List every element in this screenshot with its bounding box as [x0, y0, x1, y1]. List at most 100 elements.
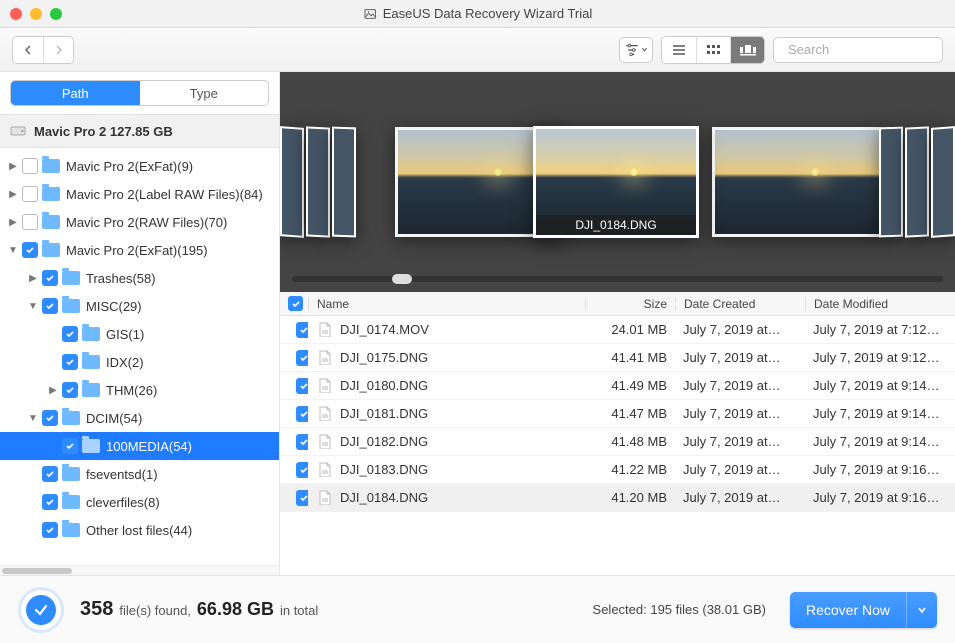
tree-checkbox[interactable] — [42, 270, 58, 286]
coverflow[interactable]: DJI_0184.DNG — [280, 72, 955, 292]
file-row[interactable]: DJI_0181.DNG41.47 MBJuly 7, 2019 at…July… — [280, 400, 955, 428]
tree-checkbox[interactable] — [42, 298, 58, 314]
tree-checkbox[interactable] — [42, 494, 58, 510]
coverflow-item-far-left[interactable] — [332, 127, 356, 238]
file-checkbox[interactable] — [296, 406, 308, 422]
coverflow-item-far-right[interactable] — [931, 126, 955, 238]
file-date-modified: July 7, 2019 at 9:12… — [805, 350, 955, 365]
disclosure-triangle[interactable]: ▶ — [26, 273, 40, 284]
tree-item-label: GIS(1) — [106, 327, 144, 342]
file-row[interactable]: DJI_0183.DNG41.22 MBJuly 7, 2019 at…July… — [280, 456, 955, 484]
zoom-window-button[interactable] — [50, 8, 62, 20]
file-name: DJI_0180.DNG — [308, 378, 585, 394]
tree-item[interactable]: ▼DCIM(54) — [0, 404, 279, 432]
disclosure-triangle[interactable]: ▶ — [6, 161, 20, 172]
tree-checkbox[interactable] — [62, 354, 78, 370]
file-row[interactable]: DJI_0182.DNG41.48 MBJuly 7, 2019 at…July… — [280, 428, 955, 456]
tree-item[interactable]: ▶Mavic Pro 2(RAW Files)(70) — [0, 208, 279, 236]
recover-button[interactable]: Recover Now — [790, 592, 906, 628]
coverflow-item-far-right[interactable] — [905, 126, 929, 237]
file-checkbox[interactable] — [296, 350, 308, 366]
filter-button[interactable] — [619, 37, 653, 63]
folder-icon — [62, 495, 80, 509]
recover-dropdown-button[interactable] — [906, 592, 937, 628]
disclosure-triangle[interactable]: ▼ — [26, 301, 40, 312]
coverflow-item-right[interactable] — [712, 127, 882, 237]
tree-checkbox[interactable] — [42, 522, 58, 538]
file-checkbox[interactable] — [296, 462, 308, 478]
tree-item[interactable]: ▶Mavic Pro 2(ExFat)(9) — [0, 152, 279, 180]
tree-item[interactable]: GIS(1) — [0, 320, 279, 348]
tree-checkbox[interactable] — [62, 382, 78, 398]
disclosure-triangle[interactable]: ▶ — [6, 217, 20, 228]
file-row[interactable]: DJI_0174.MOV24.01 MBJuly 7, 2019 at…July… — [280, 316, 955, 344]
nav-forward-button[interactable] — [43, 37, 73, 63]
tree-item[interactable]: cleverfiles(8) — [0, 488, 279, 516]
tree-checkbox[interactable] — [62, 326, 78, 342]
nav-back-button[interactable] — [13, 37, 43, 63]
coverflow-item-far-left[interactable] — [306, 126, 330, 237]
tree-item-label: THM(26) — [106, 383, 157, 398]
file-icon — [316, 379, 334, 393]
tree-item[interactable]: ▶Mavic Pro 2(Label RAW Files)(84) — [0, 180, 279, 208]
disclosure-triangle[interactable]: ▼ — [6, 245, 20, 256]
file-checkbox[interactable] — [296, 490, 308, 506]
tree-item-label: Other lost files(44) — [86, 523, 192, 538]
file-row[interactable]: DJI_0175.DNG41.41 MBJuly 7, 2019 at…July… — [280, 344, 955, 372]
view-grid-button[interactable] — [696, 37, 730, 63]
file-size: 41.41 MB — [585, 350, 675, 365]
tree-item[interactable]: fseventsd(1) — [0, 460, 279, 488]
select-all-checkbox[interactable] — [288, 296, 303, 311]
folder-tree[interactable]: ▶Mavic Pro 2(ExFat)(9)▶Mavic Pro 2(Label… — [0, 148, 279, 565]
file-date-created: July 7, 2019 at… — [675, 378, 805, 393]
file-checkbox[interactable] — [296, 434, 308, 450]
col-size[interactable]: Size — [585, 297, 675, 311]
file-date-created: July 7, 2019 at… — [675, 322, 805, 337]
tab-path[interactable]: Path — [11, 81, 140, 105]
file-date-created: July 7, 2019 at… — [675, 462, 805, 477]
file-checkbox[interactable] — [296, 322, 308, 338]
tab-type[interactable]: Type — [140, 81, 269, 105]
file-row[interactable]: DJI_0180.DNG41.49 MBJuly 7, 2019 at…July… — [280, 372, 955, 400]
minimize-window-button[interactable] — [30, 8, 42, 20]
file-list[interactable]: DJI_0174.MOV24.01 MBJuly 7, 2019 at…July… — [280, 316, 955, 575]
tree-checkbox[interactable] — [42, 466, 58, 482]
tree-item[interactable]: ▼Mavic Pro 2(ExFat)(195) — [0, 236, 279, 264]
col-date-created[interactable]: Date Created — [675, 297, 805, 311]
tree-checkbox[interactable] — [22, 214, 38, 230]
disclosure-triangle[interactable]: ▼ — [26, 413, 40, 424]
tree-item[interactable]: ▶Trashes(58) — [0, 264, 279, 292]
tree-checkbox[interactable] — [62, 438, 78, 454]
col-date-modified[interactable]: Date Modified — [805, 297, 955, 311]
tree-checkbox[interactable] — [22, 242, 38, 258]
disk-header[interactable]: Mavic Pro 2 127.85 GB — [0, 114, 279, 148]
coverflow-item-far-left[interactable] — [280, 126, 304, 238]
search-input[interactable] — [788, 42, 955, 57]
tree-item[interactable]: IDX(2) — [0, 348, 279, 376]
tree-checkbox[interactable] — [22, 158, 38, 174]
disclosure-triangle[interactable]: ▶ — [46, 385, 60, 396]
tree-item[interactable]: Other lost files(44) — [0, 516, 279, 544]
tree-item[interactable]: ▶ THM(26) — [0, 376, 279, 404]
tree-item[interactable]: ▼MISC(29) — [0, 292, 279, 320]
disclosure-triangle[interactable]: ▶ — [6, 189, 20, 200]
sidebar-scrollbar[interactable] — [0, 565, 279, 575]
tree-checkbox[interactable] — [22, 186, 38, 202]
view-list-button[interactable] — [662, 37, 696, 63]
tree-item[interactable]: 100MEDIA(54) — [0, 432, 279, 460]
close-window-button[interactable] — [10, 8, 22, 20]
file-checkbox[interactable] — [296, 378, 308, 394]
tree-checkbox[interactable] — [42, 410, 58, 426]
coverflow-item-center[interactable]: DJI_0184.DNG — [533, 126, 699, 238]
file-size: 24.01 MB — [585, 322, 675, 337]
folder-icon — [62, 271, 80, 285]
coverflow-item-far-right[interactable] — [879, 127, 903, 238]
coverflow-icon — [739, 44, 757, 56]
view-coverflow-button[interactable] — [730, 37, 764, 63]
file-row[interactable]: DJI_0184.DNG41.20 MBJuly 7, 2019 at…July… — [280, 484, 955, 512]
coverflow-scrollbar[interactable] — [292, 276, 943, 282]
tree-item-label: IDX(2) — [106, 355, 144, 370]
file-date-created: July 7, 2019 at… — [675, 490, 805, 505]
search-box[interactable] — [773, 37, 943, 63]
col-name[interactable]: Name — [308, 297, 585, 311]
